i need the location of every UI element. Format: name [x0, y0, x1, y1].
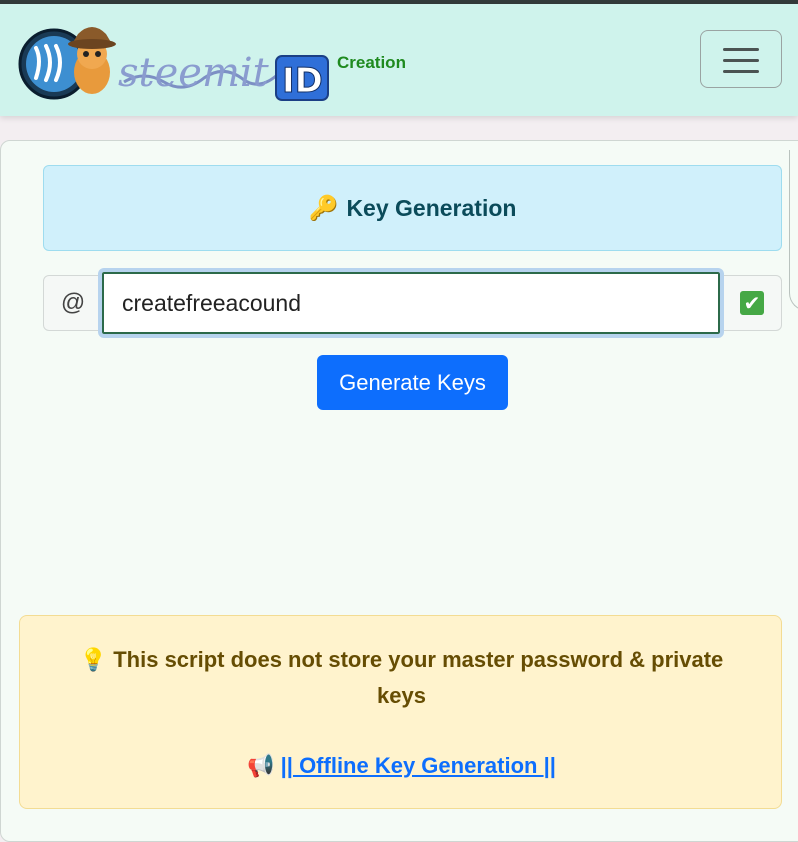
- site-logo[interactable]: steemit ID: [14, 20, 334, 104]
- check-mark-icon: ✔: [740, 291, 764, 315]
- navbar: steemit ID Creation: [0, 4, 798, 116]
- svg-text:steemit: steemit: [118, 50, 270, 96]
- card-edge-decoration: [789, 150, 798, 311]
- security-notice: 💡 This script does not store your master…: [19, 615, 782, 809]
- lightbulb-icon: 💡: [79, 647, 108, 672]
- link-prefix: ||: [280, 753, 293, 778]
- steemit-logo-icon: steemit ID: [18, 27, 329, 102]
- key-icon: 🔑: [308, 194, 339, 222]
- hamburger-menu-icon-bar: [723, 59, 759, 62]
- key-generation-header: 🔑 Key Generation: [43, 165, 782, 251]
- generate-keys-button[interactable]: Generate Keys: [317, 355, 508, 410]
- hamburger-menu-icon: [723, 48, 759, 51]
- username-input[interactable]: [98, 268, 724, 338]
- offline-key-generation-link[interactable]: Offline Key Generation: [293, 753, 544, 778]
- menu-toggle-button[interactable]: [700, 30, 782, 88]
- username-valid-indicator: ✔: [722, 276, 782, 330]
- at-prefix: @: [44, 276, 103, 330]
- megaphone-icon: 📢: [247, 753, 275, 778]
- brand-subtitle: Creation: [337, 53, 406, 72]
- username-input-group: @ ✔: [43, 268, 782, 338]
- key-generation-title: Key Generation: [346, 194, 517, 221]
- hamburger-menu-icon-bar: [723, 70, 759, 73]
- offline-link-line: 📢 || Offline Key Generation ||: [20, 748, 783, 784]
- notice-message: This script does not store your master p…: [113, 647, 724, 708]
- notice-text: 💡 This script does not store your master…: [70, 642, 733, 714]
- svg-text:ID: ID: [282, 61, 323, 101]
- link-suffix: ||: [543, 753, 556, 778]
